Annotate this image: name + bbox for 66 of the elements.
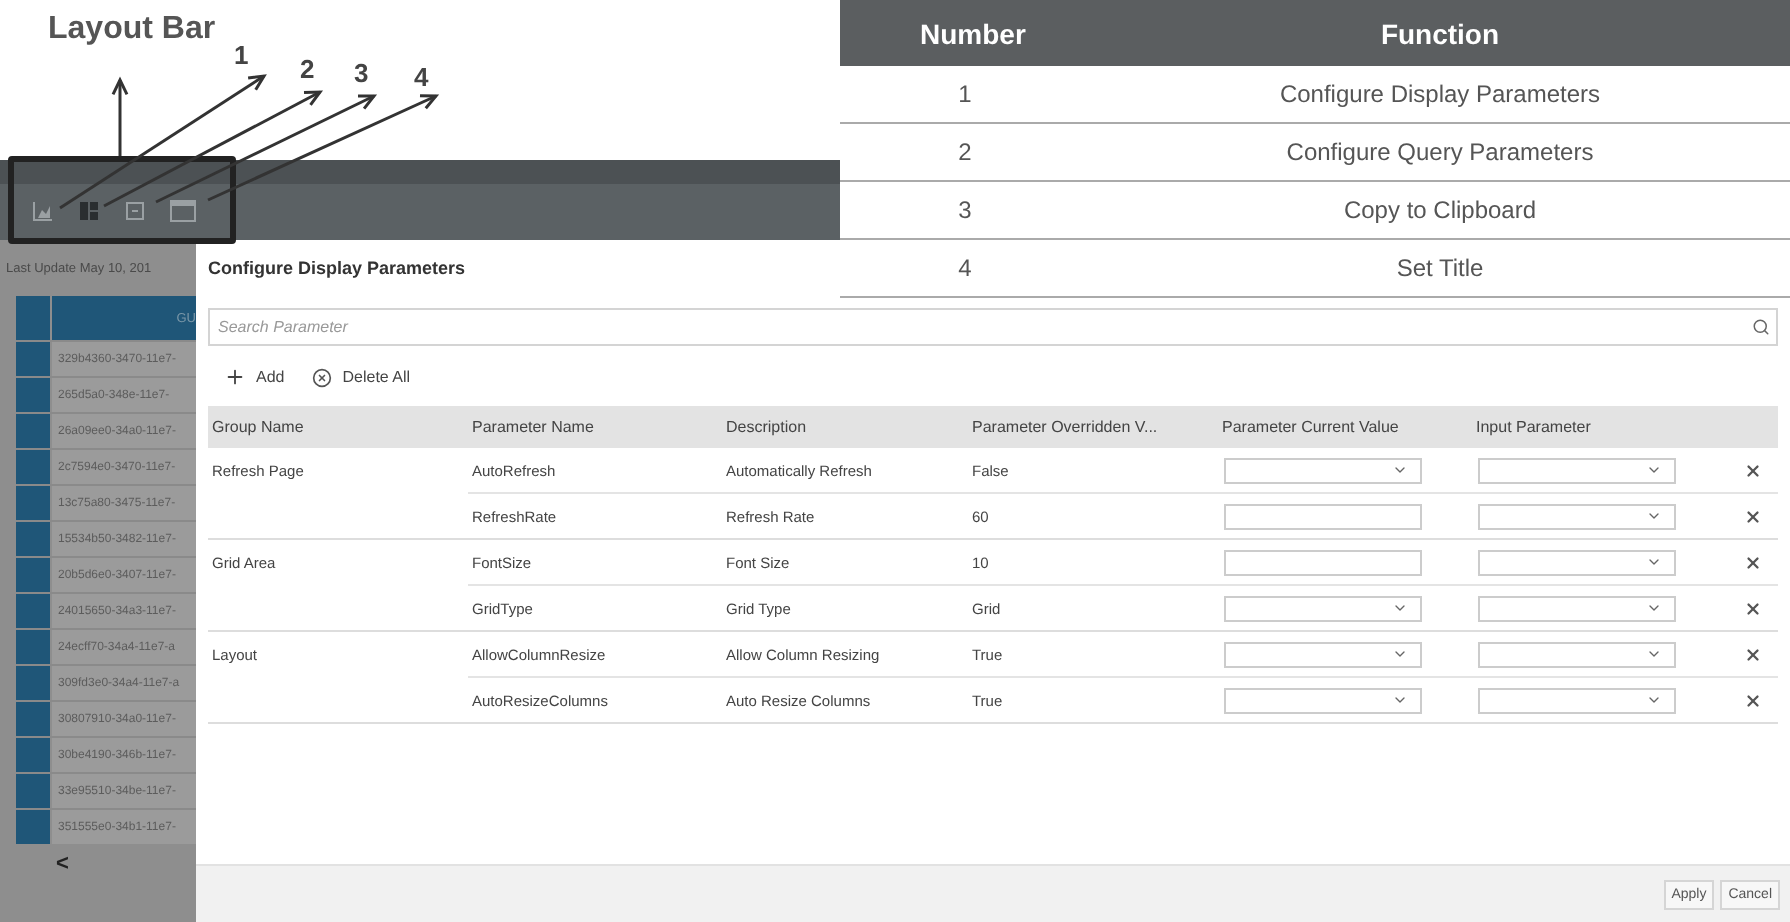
- column-header: Parameter Current Value: [1220, 418, 1401, 436]
- close-icon: [1744, 645, 1762, 663]
- close-icon: [1744, 461, 1762, 479]
- remove-button[interactable]: [1744, 645, 1762, 663]
- dialog-title: Configure Display Parameters: [208, 258, 466, 278]
- column-header: Group Name: [210, 418, 306, 436]
- input-parameter-dropdown[interactable]: [1478, 687, 1676, 713]
- search-icon: [1752, 318, 1770, 336]
- column-header: Parameter Name: [470, 418, 596, 436]
- chevron-icon: [1646, 646, 1662, 662]
- remove-button[interactable]: [1744, 599, 1762, 617]
- chevron-icon: [1392, 646, 1408, 662]
- current-value-dropdown[interactable]: [1224, 641, 1422, 667]
- chart-icon[interactable]: [32, 200, 54, 222]
- chevron-icon: [1646, 508, 1662, 524]
- chevron-icon: [1646, 462, 1662, 478]
- input-parameter-dropdown[interactable]: [1478, 503, 1676, 529]
- column-header: Function: [1380, 17, 1500, 49]
- input-parameter-dropdown[interactable]: [1478, 457, 1676, 483]
- current-value-dropdown[interactable]: [1224, 457, 1422, 483]
- chevron-icon: [1646, 692, 1662, 708]
- table-cell: Configure Display Parameters: [1279, 80, 1601, 108]
- close-icon: [1744, 599, 1762, 617]
- current-value-field[interactable]: [1224, 503, 1422, 529]
- table-cell: Set Title: [1396, 254, 1484, 282]
- close-icon: [1744, 507, 1762, 525]
- close-icon: [1744, 691, 1762, 709]
- callout-number: 3: [354, 58, 369, 88]
- input-parameter-dropdown[interactable]: [1478, 549, 1676, 575]
- grid-icon[interactable]: [78, 200, 100, 222]
- callout-number: 4: [414, 62, 429, 92]
- chevron-icon: [1646, 554, 1662, 570]
- chevron-icon: [1392, 692, 1408, 708]
- table-cell: 3: [958, 196, 972, 224]
- column-header: Parameter Overridden V...: [970, 418, 1160, 436]
- table-cell: 2: [958, 138, 972, 166]
- clipboard-icon[interactable]: [124, 200, 146, 222]
- column-header: Number: [918, 17, 1026, 49]
- window-icon[interactable]: [170, 200, 196, 222]
- chevron-icon: [1646, 600, 1662, 616]
- plus-icon: [224, 366, 246, 388]
- remove-button[interactable]: [1744, 507, 1762, 525]
- chevron-icon: [1392, 600, 1408, 616]
- delete-all-button[interactable]: Delete All: [312, 366, 411, 388]
- current-value-field[interactable]: [1224, 549, 1422, 575]
- table-cell: Configure Query Parameters: [1286, 138, 1594, 166]
- input-parameter-dropdown[interactable]: [1478, 595, 1676, 621]
- callout-number: 1: [234, 40, 249, 70]
- current-value-dropdown[interactable]: [1224, 595, 1422, 621]
- search-field[interactable]: Search Parameter: [208, 308, 1778, 346]
- table-cell: 4: [958, 254, 972, 282]
- remove-button[interactable]: [1744, 461, 1762, 479]
- chevron-icon: [1392, 462, 1408, 478]
- column-header: Description: [724, 418, 809, 436]
- table-cell: Copy to Clipboard: [1343, 196, 1537, 224]
- circle-x-icon: [312, 367, 333, 387]
- remove-button[interactable]: [1744, 691, 1762, 709]
- table-cell: 1: [958, 80, 972, 108]
- annotation-title: Layout Bar: [48, 12, 216, 48]
- input-parameter-dropdown[interactable]: [1478, 641, 1676, 667]
- column-header: Input Parameter: [1474, 418, 1593, 436]
- add-button[interactable]: Add: [224, 366, 285, 388]
- callout-number: 2: [300, 54, 315, 84]
- remove-button[interactable]: [1744, 553, 1762, 571]
- close-icon: [1744, 553, 1762, 571]
- current-value-dropdown[interactable]: [1224, 687, 1422, 713]
